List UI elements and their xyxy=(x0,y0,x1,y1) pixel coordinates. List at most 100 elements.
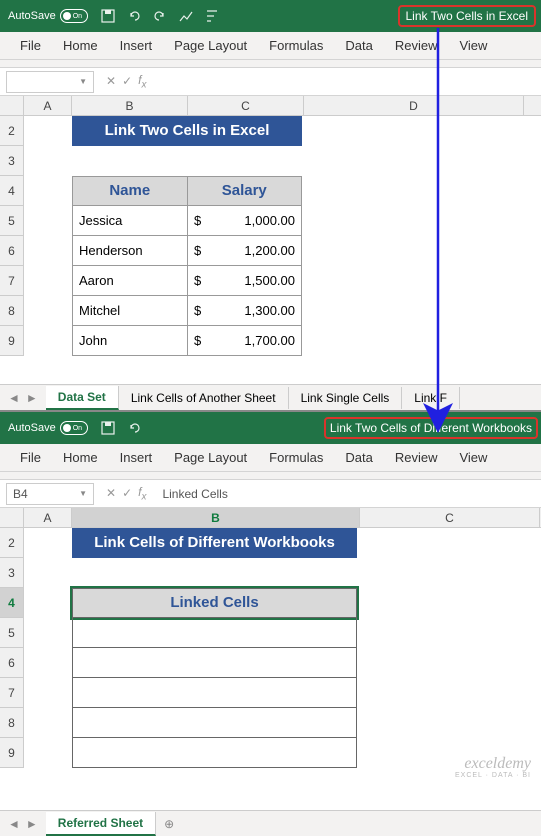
sheet-tab-linkf[interactable]: Link F xyxy=(402,387,460,409)
col-B[interactable]: B xyxy=(72,96,188,115)
empty-cell[interactable] xyxy=(72,618,357,648)
empty-cell[interactable] xyxy=(72,678,357,708)
name-box[interactable]: B4▼ xyxy=(6,483,94,505)
autosave-control[interactable]: AutoSave On xyxy=(8,9,88,23)
empty-cell[interactable] xyxy=(72,738,357,768)
cell-salary[interactable]: $1,500.00 xyxy=(188,266,301,295)
row-6[interactable]: 6 xyxy=(0,648,24,678)
select-all-corner[interactable] xyxy=(0,508,24,527)
linked-cells-header[interactable]: Linked Cells xyxy=(72,588,357,618)
row-2[interactable]: 2 xyxy=(0,528,24,558)
autosave-control[interactable]: AutoSave On xyxy=(8,421,88,435)
row-9[interactable]: 9 xyxy=(0,326,24,356)
tab-formulas[interactable]: Formulas xyxy=(259,32,333,59)
select-all-corner[interactable] xyxy=(0,96,24,115)
tab-home[interactable]: Home xyxy=(53,32,108,59)
sheet-nav[interactable]: ◄► xyxy=(0,817,46,831)
sheet-tab-dataset[interactable]: Data Set xyxy=(46,386,119,410)
worksheet-grid[interactable]: A B C 2 3 4 5 6 7 8 9 Link Cells of Diff… xyxy=(0,508,541,810)
col-C[interactable]: C xyxy=(188,96,304,115)
col-D[interactable]: D xyxy=(304,96,524,115)
tab-insert[interactable]: Insert xyxy=(110,444,163,471)
tab-formulas[interactable]: Formulas xyxy=(259,444,333,471)
tab-review[interactable]: Review xyxy=(385,32,448,59)
fx-icon[interactable]: fx xyxy=(138,73,146,90)
fx-icon[interactable]: fx xyxy=(138,485,146,502)
cell-salary[interactable]: $1,200.00 xyxy=(188,236,301,265)
name-box[interactable]: ▼ xyxy=(6,71,94,93)
nav-next-icon[interactable]: ► xyxy=(26,817,38,831)
row-2[interactable]: 2 xyxy=(0,116,24,146)
sheet-tab-referred[interactable]: Referred Sheet xyxy=(46,812,156,836)
sheet-tab-linkanother[interactable]: Link Cells of Another Sheet xyxy=(119,387,289,409)
save-icon[interactable] xyxy=(100,8,116,24)
autosave-toggle[interactable]: On xyxy=(60,9,88,23)
row-5[interactable]: 5 xyxy=(0,206,24,236)
table-row: Aaron $1,500.00 xyxy=(72,266,302,296)
sheet-tab-linksingle[interactable]: Link Single Cells xyxy=(289,387,403,409)
tab-file[interactable]: File xyxy=(10,32,51,59)
empty-cell[interactable] xyxy=(72,708,357,738)
cell-salary[interactable]: $1,700.00 xyxy=(188,326,301,355)
tab-view[interactable]: View xyxy=(449,444,497,471)
row-8[interactable]: 8 xyxy=(0,708,24,738)
ribbon-tabs: File Home Insert Page Layout Formulas Da… xyxy=(0,444,541,472)
row-4[interactable]: 4 xyxy=(0,588,24,618)
chart-icon[interactable] xyxy=(178,8,194,24)
empty-cell[interactable] xyxy=(72,648,357,678)
row-6[interactable]: 6 xyxy=(0,236,24,266)
nav-next-icon[interactable]: ► xyxy=(26,391,38,405)
cell-salary[interactable]: $1,000.00 xyxy=(188,206,301,235)
formula-bar: ▼ ✕ ✓ fx xyxy=(0,68,541,96)
col-C[interactable]: C xyxy=(360,508,540,527)
add-sheet-button[interactable]: ⊕ xyxy=(156,817,182,831)
row-3[interactable]: 3 xyxy=(0,558,24,588)
enter-icon[interactable]: ✓ xyxy=(122,486,132,500)
sort-icon[interactable] xyxy=(204,8,220,24)
header-salary: Salary xyxy=(188,177,302,205)
enter-icon[interactable]: ✓ xyxy=(122,74,132,88)
redo-icon[interactable] xyxy=(152,8,168,24)
chevron-down-icon[interactable]: ▼ xyxy=(79,489,87,498)
cell-name[interactable]: Jessica xyxy=(73,206,188,235)
titlebar: AutoSave On Link Two Cells of Different … xyxy=(0,412,541,444)
tab-pagelayout[interactable]: Page Layout xyxy=(164,444,257,471)
cancel-icon[interactable]: ✕ xyxy=(106,74,116,88)
column-headers: A B C D xyxy=(0,96,541,116)
cell-salary[interactable]: $1,300.00 xyxy=(188,296,301,325)
nav-prev-icon[interactable]: ◄ xyxy=(8,391,20,405)
tab-home[interactable]: Home xyxy=(53,444,108,471)
sheet-nav[interactable]: ◄► xyxy=(0,391,46,405)
row-8[interactable]: 8 xyxy=(0,296,24,326)
undo-icon[interactable] xyxy=(126,8,142,24)
col-A[interactable]: A xyxy=(24,508,72,527)
cell-name[interactable]: John xyxy=(73,326,188,355)
row-4[interactable]: 4 xyxy=(0,176,24,206)
autosave-toggle[interactable]: On xyxy=(60,421,88,435)
tab-data[interactable]: Data xyxy=(335,32,382,59)
tab-review[interactable]: Review xyxy=(385,444,448,471)
row-9[interactable]: 9 xyxy=(0,738,24,768)
tab-data[interactable]: Data xyxy=(335,444,382,471)
save-icon[interactable] xyxy=(100,420,116,436)
row-5[interactable]: 5 xyxy=(0,618,24,648)
row-7[interactable]: 7 xyxy=(0,678,24,708)
col-A[interactable]: A xyxy=(24,96,72,115)
cell-name[interactable]: Henderson xyxy=(73,236,188,265)
formula-value[interactable]: Linked Cells xyxy=(152,487,227,501)
chevron-down-icon[interactable]: ▼ xyxy=(79,77,87,86)
worksheet-grid[interactable]: A B C D 2 3 4 5 6 7 8 9 Link Two Cells i… xyxy=(0,96,541,384)
undo-icon[interactable] xyxy=(126,420,142,436)
col-B[interactable]: B xyxy=(72,508,360,527)
tab-view[interactable]: View xyxy=(449,32,497,59)
tab-file[interactable]: File xyxy=(10,444,51,471)
nav-prev-icon[interactable]: ◄ xyxy=(8,817,20,831)
row-7[interactable]: 7 xyxy=(0,266,24,296)
cell-name[interactable]: Mitchel xyxy=(73,296,188,325)
row-3[interactable]: 3 xyxy=(0,146,24,176)
tab-insert[interactable]: Insert xyxy=(110,32,163,59)
tab-pagelayout[interactable]: Page Layout xyxy=(164,32,257,59)
cell-name[interactable]: Aaron xyxy=(73,266,188,295)
cancel-icon[interactable]: ✕ xyxy=(106,486,116,500)
quick-access-toolbar xyxy=(100,8,220,24)
